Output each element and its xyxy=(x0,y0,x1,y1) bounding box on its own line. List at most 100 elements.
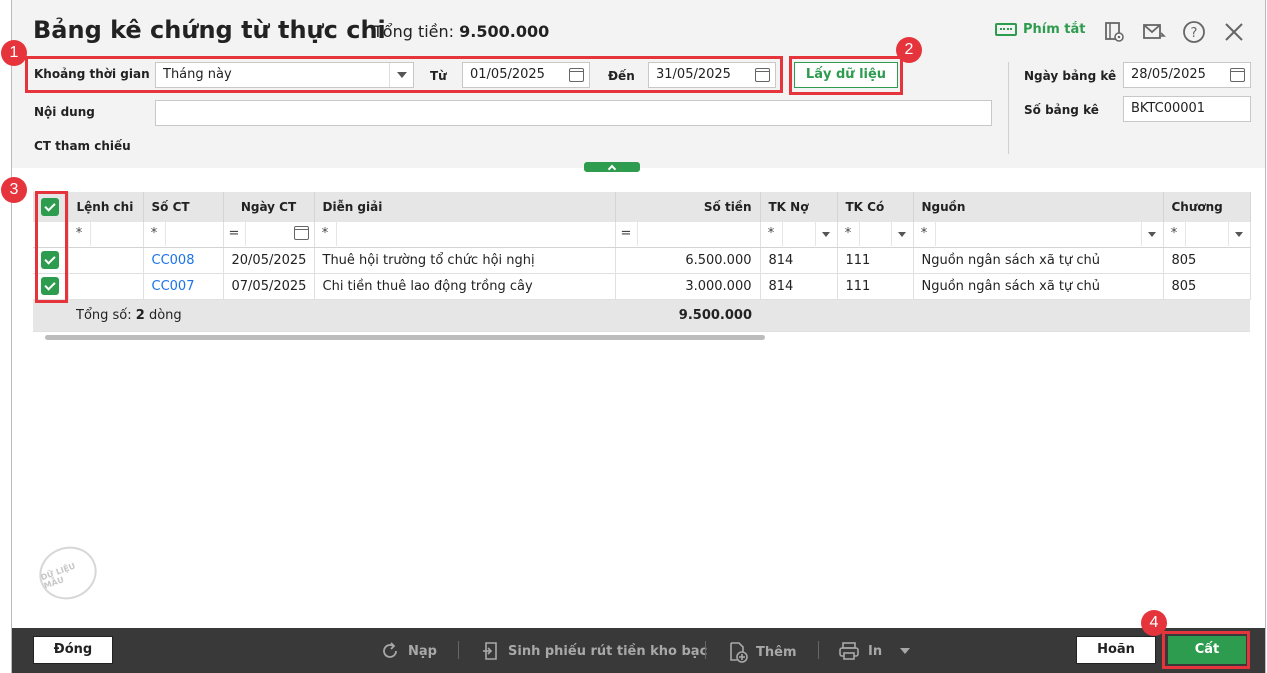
generate-withdrawal-label: Sinh phiếu rút tiền kho bạc xyxy=(508,643,708,659)
reload-icon xyxy=(383,642,397,658)
footer-blank xyxy=(760,299,1250,332)
panel-divider xyxy=(1008,62,1009,154)
help-icon[interactable]: ? xyxy=(1182,20,1206,44)
cell-dien-giai: Thuê hội trường tổ chức hội nghị xyxy=(314,247,616,274)
table-header-row: Lệnh chi Số CT Ngày CT Diễn giải Số tiền… xyxy=(33,192,1251,222)
calendar-icon[interactable] xyxy=(1230,68,1245,82)
column-header[interactable]: Ngày CT xyxy=(223,192,315,222)
filter-cell[interactable]: = xyxy=(615,222,761,248)
total-value: 9.500.000 xyxy=(459,22,550,41)
horizontal-scrollbar[interactable] xyxy=(33,333,1250,341)
list-date-field[interactable]: 28/05/2025 xyxy=(1123,62,1251,88)
calendar-icon[interactable] xyxy=(293,226,309,241)
content-field[interactable] xyxy=(155,100,992,126)
cell-lenh-chi xyxy=(68,273,144,300)
filter-cell[interactable]: * xyxy=(143,222,224,248)
cell-so-tien: 3.000.000 xyxy=(615,273,761,300)
chevron-up-icon xyxy=(607,164,617,173)
cell-tk-co: 111 xyxy=(837,247,914,274)
highlight-box-4 xyxy=(1162,631,1250,669)
list-date-value: 28/05/2025 xyxy=(1131,67,1206,82)
filter-panel: Bảng kê chứng từ thực chi Tổng tiền: 9.5… xyxy=(12,0,1265,168)
cell-so-ct-link[interactable]: CC008 xyxy=(143,247,224,274)
table-footer-row: Tổng số: 2 dòng 9.500.000 xyxy=(33,299,1250,332)
filter-operator[interactable]: = xyxy=(224,222,246,246)
filter-cell[interactable]: * xyxy=(913,222,1164,248)
scrollbar-thumb[interactable] xyxy=(45,335,765,340)
cell-chuong: 805 xyxy=(1163,247,1251,274)
filter-operator[interactable]: * xyxy=(1164,222,1186,246)
content-label: Nội dung xyxy=(34,105,95,119)
keyboard-icon xyxy=(995,23,1017,36)
sample-data-stamp: DỮ LIỆU MẪU xyxy=(31,538,105,608)
voucher-list-dialog: Bảng kê chứng từ thực chi Tổng tiền: 9.5… xyxy=(1,0,1266,673)
footer-total: 9.500.000 xyxy=(615,299,760,332)
filter-cell[interactable]: * xyxy=(1163,222,1251,248)
close-button[interactable]: Đóng xyxy=(33,636,113,664)
cell-nguon: Nguồn ngân sách xã tự chủ xyxy=(913,247,1164,274)
column-header[interactable]: TK Có xyxy=(837,192,914,222)
column-header[interactable]: Số CT xyxy=(143,192,224,222)
view-icon[interactable] xyxy=(1102,20,1126,44)
filter-cell[interactable]: * xyxy=(837,222,914,248)
add-label: Thêm xyxy=(756,644,797,660)
postpone-button[interactable]: Hoãn xyxy=(1076,636,1156,664)
column-header[interactable]: Nguồn xyxy=(913,192,1164,222)
cell-dien-giai: Chi tiền thuê lao động trồng cây xyxy=(314,273,616,300)
filter-operator[interactable]: * xyxy=(315,222,337,246)
column-header[interactable]: Số tiền xyxy=(615,192,761,222)
filter-operator[interactable]: * xyxy=(69,222,91,246)
highlight-box-1 xyxy=(25,56,783,93)
cell-ngay-ct: 20/05/2025 xyxy=(223,247,315,274)
column-header[interactable]: Lệnh chi xyxy=(68,192,144,222)
export-icon xyxy=(483,642,497,660)
row-count-unit: dòng xyxy=(148,307,182,323)
add-button[interactable]: Thêm xyxy=(728,641,797,663)
list-no-field[interactable]: BKTC00001 xyxy=(1123,96,1251,122)
cell-tk-co: 111 xyxy=(837,273,914,300)
row-count-value: 2 xyxy=(135,307,145,323)
total-label: Tổng tiền: xyxy=(373,22,455,41)
filter-operator[interactable]: * xyxy=(761,222,783,246)
column-header[interactable]: Diễn giải xyxy=(314,192,616,222)
generate-withdrawal-button[interactable]: Sinh phiếu rút tiền kho bạc xyxy=(482,641,707,661)
chevron-down-icon[interactable] xyxy=(1227,222,1250,246)
cell-tk-no: 814 xyxy=(760,247,838,274)
footer-blank xyxy=(33,299,68,332)
collapse-panel-button[interactable] xyxy=(584,162,640,173)
filter-cell[interactable]: * xyxy=(314,222,616,248)
reload-label: Nạp xyxy=(408,643,437,659)
column-header[interactable]: TK Nợ xyxy=(760,192,838,222)
footer-toolbar: Đóng Nạp Sinh phiếu rút tiền kho bạc Thê… xyxy=(12,628,1265,673)
filter-cell[interactable]: * xyxy=(760,222,838,248)
filter-operator[interactable]: * xyxy=(144,222,166,246)
row-count: Tổng số: 2 dòng xyxy=(68,299,615,332)
column-header[interactable]: Chương xyxy=(1163,192,1251,222)
cell-ngay-ct: 07/05/2025 xyxy=(223,273,315,300)
shortcut-button[interactable]: Phím tắt xyxy=(995,22,1086,37)
step-badge-1: 1 xyxy=(1,40,27,66)
filter-cell[interactable]: = xyxy=(223,222,315,248)
filter-row: * * = * = * * * * xyxy=(33,222,1251,248)
chevron-down-icon[interactable] xyxy=(1140,222,1163,246)
step-badge-2: 2 xyxy=(896,37,922,63)
chevron-down-icon[interactable] xyxy=(890,222,913,246)
close-icon[interactable] xyxy=(1222,20,1246,44)
table-row[interactable]: CC007 07/05/2025 Chi tiền thuê lao động … xyxy=(33,273,1251,300)
print-button[interactable]: In xyxy=(838,641,911,661)
toolbar-divider xyxy=(458,641,459,659)
cell-so-ct-link[interactable]: CC007 xyxy=(143,273,224,300)
chevron-down-icon[interactable] xyxy=(814,222,837,246)
reference-label: CT tham chiếu xyxy=(34,139,131,153)
mail-icon[interactable] xyxy=(1142,20,1166,44)
chevron-down-icon[interactable] xyxy=(900,648,911,654)
filter-cell[interactable]: * xyxy=(68,222,144,248)
filter-operator[interactable]: = xyxy=(616,222,638,246)
cell-tk-no: 814 xyxy=(760,273,838,300)
table-row[interactable]: CC008 20/05/2025 Thuê hội trường tổ chức… xyxy=(33,247,1251,274)
filter-operator[interactable]: * xyxy=(838,222,860,246)
cell-nguon: Nguồn ngân sách xã tự chủ xyxy=(913,273,1164,300)
filter-operator[interactable]: * xyxy=(914,222,936,246)
reload-button[interactable]: Nạp xyxy=(380,641,437,661)
row-count-label: Tổng số: xyxy=(76,307,132,323)
